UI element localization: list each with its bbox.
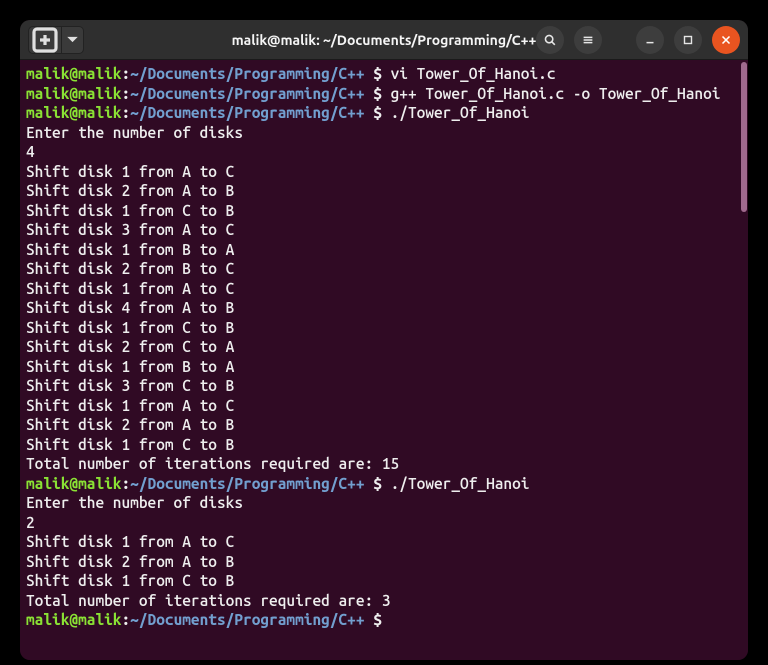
prompt-path: ~/Documents/Programming/C++ [130,85,364,102]
output-text: Shift disk 2 from B to C [26,260,234,277]
prompt-colon: : [121,104,130,121]
output-text: 4 [26,143,35,160]
output-text: Shift disk 1 from A to C [26,280,234,297]
output-line: Shift disk 1 from B to A [26,240,742,260]
output-text: Shift disk 1 from C to B [26,319,234,336]
hamburger-icon [581,33,595,47]
prompt-path: ~/Documents/Programming/C++ [130,65,364,82]
prompt-userhost: malik@malik [26,475,121,492]
output-text: Shift disk 1 from A to C [26,397,234,414]
prompt-userhost: malik@malik [26,611,121,628]
output-text: Enter the number of disks [26,124,243,141]
prompt-line: malik@malik:~/Documents/Programming/C++ … [26,64,742,84]
output-line: Shift disk 3 from C to B [26,376,742,396]
output-text: Shift disk 1 from B to A [26,358,234,375]
command-text: ./Tower_Of_Hanoi [391,475,530,492]
prompt-userhost: malik@malik [26,104,121,121]
output-text: Total number of iterations required are:… [26,592,391,609]
output-text: Shift disk 2 from A to B [26,182,234,199]
output-text: 2 [26,514,35,531]
titlebar: malik@malik: ~/Documents/Programming/C++ [20,20,748,60]
new-tab-icon [29,24,61,56]
output-line: Shift disk 1 from C to B [26,435,742,455]
prompt-line: malik@malik:~/Documents/Programming/C++ … [26,474,742,494]
prompt-dollar: $ [365,85,391,102]
output-text: Total number of iterations required are:… [26,455,399,472]
output-line: Shift disk 1 from B to A [26,357,742,377]
output-text: Shift disk 1 from C to B [26,202,234,219]
command-text: ./Tower_Of_Hanoi [391,104,530,121]
output-text: Shift disk 3 from C to B [26,377,234,394]
output-text: Shift disk 1 from B to A [26,241,234,258]
output-line: Shift disk 1 from A to C [26,532,742,552]
new-tab-button[interactable] [28,26,62,54]
search-icon [543,33,557,47]
output-text: Shift disk 2 from A to B [26,553,234,570]
output-line: Shift disk 4 from A to B [26,298,742,318]
output-line: Shift disk 1 from C to B [26,571,742,591]
output-text: Shift disk 2 from C to A [26,338,234,355]
output-line: Shift disk 3 from A to C [26,220,742,240]
prompt-colon: : [121,611,130,628]
close-icon [719,33,733,47]
terminal-window: malik@malik: ~/Documents/Programming/C++ [20,20,748,660]
titlebar-right-group [536,26,740,54]
search-button[interactable] [536,26,564,54]
output-line: Shift disk 1 from C to B [26,318,742,338]
output-line: Shift disk 1 from C to B [26,201,742,221]
prompt-dollar: $ [365,475,391,492]
output-line: Shift disk 2 from A to B [26,181,742,201]
output-line: Total number of iterations required are:… [26,454,742,474]
output-line: Shift disk 2 from C to A [26,337,742,357]
output-line: Shift disk 1 from A to C [26,162,742,182]
prompt-line: malik@malik:~/Documents/Programming/C++ … [26,103,742,123]
scrollbar-thumb[interactable] [741,62,747,212]
output-line: Shift disk 1 from A to C [26,396,742,416]
close-button[interactable] [712,26,740,54]
prompt-line: malik@malik:~/Documents/Programming/C++ … [26,610,742,630]
output-text: Enter the number of disks [26,494,243,511]
prompt-path: ~/Documents/Programming/C++ [130,104,364,121]
output-line: Enter the number of disks [26,493,742,513]
output-line: 4 [26,142,742,162]
output-text: Shift disk 1 from A to C [26,163,234,180]
prompt-dollar: $ [365,611,391,628]
prompt-dollar: $ [365,65,391,82]
output-line: Enter the number of disks [26,123,742,143]
output-text: Shift disk 1 from A to C [26,533,234,550]
prompt-userhost: malik@malik [26,65,121,82]
output-text: Shift disk 1 from C to B [26,436,234,453]
maximize-button[interactable] [674,26,702,54]
output-text: Shift disk 2 from A to B [26,416,234,433]
output-text: Shift disk 3 from A to C [26,221,234,238]
chevron-down-icon [62,29,83,50]
prompt-dollar: $ [365,104,391,121]
output-line: Shift disk 2 from A to B [26,552,742,572]
command-text: vi Tower_Of_Hanoi.c [391,65,556,82]
menu-button[interactable] [574,26,602,54]
prompt-line: malik@malik:~/Documents/Programming/C++ … [26,84,742,104]
output-line: Shift disk 2 from B to C [26,259,742,279]
output-line: Shift disk 2 from A to B [26,415,742,435]
minimize-icon [643,33,657,47]
output-line: Shift disk 1 from A to C [26,279,742,299]
prompt-colon: : [121,475,130,492]
terminal-body[interactable]: malik@malik:~/Documents/Programming/C++ … [20,60,748,660]
prompt-path: ~/Documents/Programming/C++ [130,475,364,492]
prompt-userhost: malik@malik [26,85,121,102]
minimize-button[interactable] [636,26,664,54]
titlebar-left-group [28,26,84,54]
output-text: Shift disk 1 from C to B [26,572,234,589]
output-line: 2 [26,513,742,533]
prompt-colon: : [121,65,130,82]
prompt-colon: : [121,85,130,102]
command-text: g++ Tower_Of_Hanoi.c -o Tower_Of_Hanoi [391,85,721,102]
prompt-path: ~/Documents/Programming/C++ [130,611,364,628]
output-text: Shift disk 4 from A to B [26,299,234,316]
maximize-icon [681,33,695,47]
output-line: Total number of iterations required are:… [26,591,742,611]
new-tab-dropdown[interactable] [62,26,84,54]
